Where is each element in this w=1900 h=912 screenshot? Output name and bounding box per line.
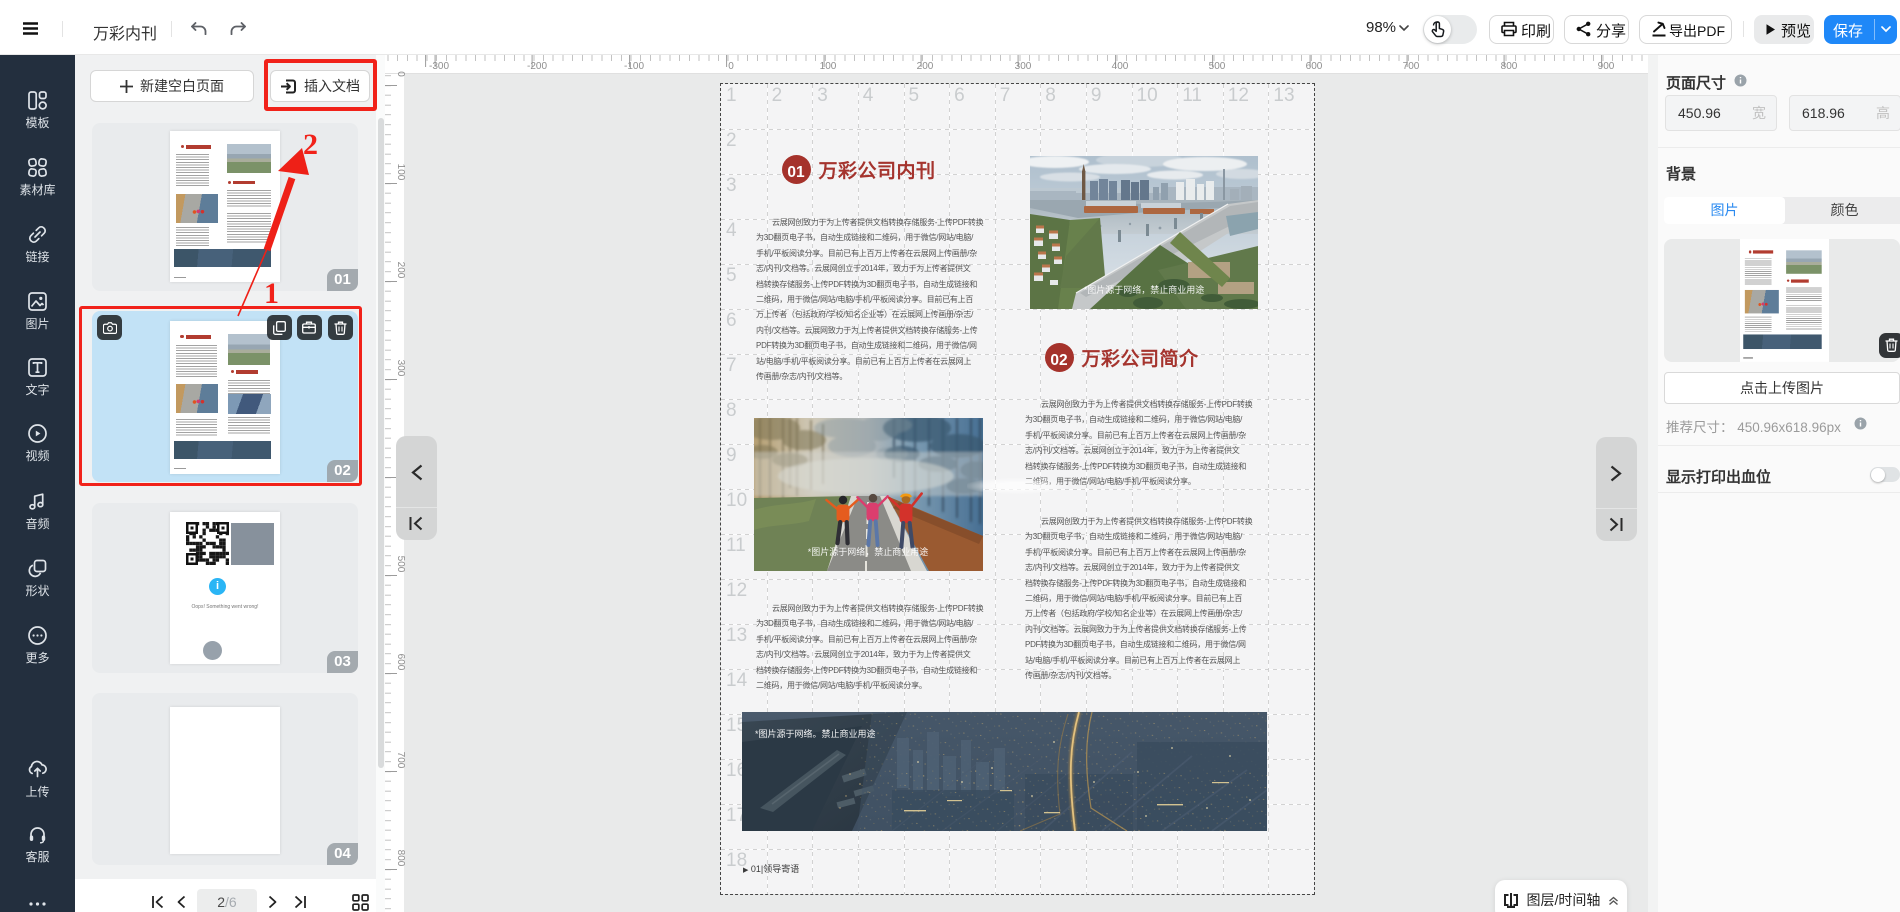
svg-text:*图片源于网络，禁止商业用途: *图片源于网络，禁止商业用途 <box>1084 284 1205 295</box>
svg-text:*图片源于网络。禁止商业用途: *图片源于网络。禁止商业用途 <box>755 728 876 739</box>
svg-text:*图片源于网络，禁止商业用途: *图片源于网络，禁止商业用途 <box>808 546 929 557</box>
